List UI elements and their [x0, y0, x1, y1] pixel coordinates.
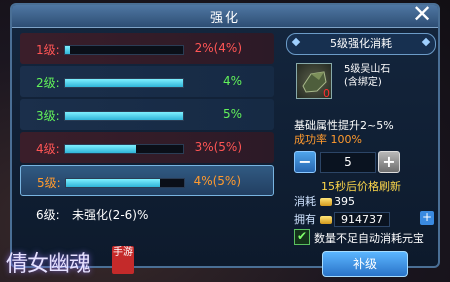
level-percent: 4% [222, 74, 242, 88]
item-count: 0 [323, 87, 330, 100]
level-label: 6级: [36, 208, 60, 222]
ingot-icon [320, 198, 332, 206]
add-currency-button[interactable]: + [420, 211, 434, 225]
cost-header-label: 5级强化消耗 [330, 37, 392, 50]
progress-bar [64, 78, 184, 88]
enhance-window: 强化 ✕ 1级: 2%(4%) 2级: 4% 3级: 5% 4级: 3%(5%)… [10, 2, 440, 277]
progress-bar [64, 45, 184, 55]
level-label: 3级: [36, 109, 60, 123]
close-icon[interactable]: ✕ [410, 2, 434, 27]
quantity-stepper: − 5 + [294, 151, 404, 173]
progress-fill [65, 145, 136, 153]
level-percent: 3%(5%) [194, 140, 242, 154]
level-row-4[interactable]: 4级: 3%(5%) [20, 132, 274, 163]
auto-consume-label: 数量不足自动消耗元宝 [314, 232, 424, 245]
level-percent: 4%(5%) [193, 174, 241, 188]
stone-icon[interactable]: 0 [296, 63, 332, 100]
level-label: 1级: [36, 43, 60, 57]
level-status: 未强化(2-6)% [72, 208, 149, 222]
level-label: 2级: [36, 76, 60, 90]
plus-button[interactable]: + [378, 151, 400, 173]
ingot-icon [320, 216, 332, 224]
level-row-1[interactable]: 1级: 2%(4%) [20, 33, 274, 64]
logo-seal: 手游 [112, 246, 134, 274]
item-name-line2: (含绑定) [344, 77, 382, 88]
diamond-icon [421, 37, 431, 47]
progress-bar [64, 111, 184, 121]
progress-fill [66, 179, 161, 187]
cost-header: 5级强化消耗 [286, 33, 436, 55]
cost-panel: 5级强化消耗 0 5级吴山石 (含绑定) 基础属性提升2~5% 成功率 100%… [286, 33, 436, 277]
own-line: 拥有 914737 + [294, 211, 434, 227]
level-percent: 2%(4%) [194, 41, 242, 55]
window-title: 强化 [209, 11, 240, 26]
progress-fill [65, 46, 70, 54]
own-label: 拥有 [294, 213, 316, 226]
cost-label: 消耗 [294, 195, 316, 208]
game-logo: 倩女幽魂 手游 [4, 240, 154, 280]
quantity-field[interactable]: 5 [320, 152, 376, 173]
diamond-icon [291, 37, 301, 47]
own-value: 914737 [334, 212, 390, 227]
cost-line: 消耗 395 [294, 193, 355, 209]
progress-fill [65, 112, 183, 120]
item-name-line1: 5级吴山石 [344, 64, 391, 75]
upgrade-button[interactable]: 补级 [322, 251, 408, 277]
cost-value: 395 [334, 195, 355, 208]
item-name: 5级吴山石 (含绑定) [344, 63, 390, 89]
level-row-2[interactable]: 2级: 4% [20, 66, 274, 97]
level-label: 4级: [36, 142, 60, 156]
progress-bar [64, 144, 184, 154]
level-percent: 5% [222, 107, 242, 121]
material-item: 0 5级吴山石 (含绑定) [286, 61, 436, 105]
title-bar: 强化 ✕ [12, 2, 438, 28]
price-refresh-text: 15秒后价格刷新 [321, 180, 401, 193]
level-row-6[interactable]: 6级: 未强化(2-6)% [20, 198, 274, 226]
success-rate: 成功率 100% [294, 133, 362, 146]
progress-fill [65, 79, 183, 87]
auto-consume-checkbox[interactable]: ✔ [294, 229, 310, 245]
progress-bar [65, 178, 185, 188]
level-row-5[interactable]: 5级: 4%(5%) [20, 165, 274, 196]
level-label: 5级: [37, 176, 61, 190]
minus-button[interactable]: − [294, 151, 316, 173]
logo-text: 倩女幽魂 [6, 252, 91, 277]
level-list: 1级: 2%(4%) 2级: 4% 3级: 5% 4级: 3%(5%) 5级: … [20, 33, 274, 228]
level-row-3[interactable]: 3级: 5% [20, 99, 274, 130]
